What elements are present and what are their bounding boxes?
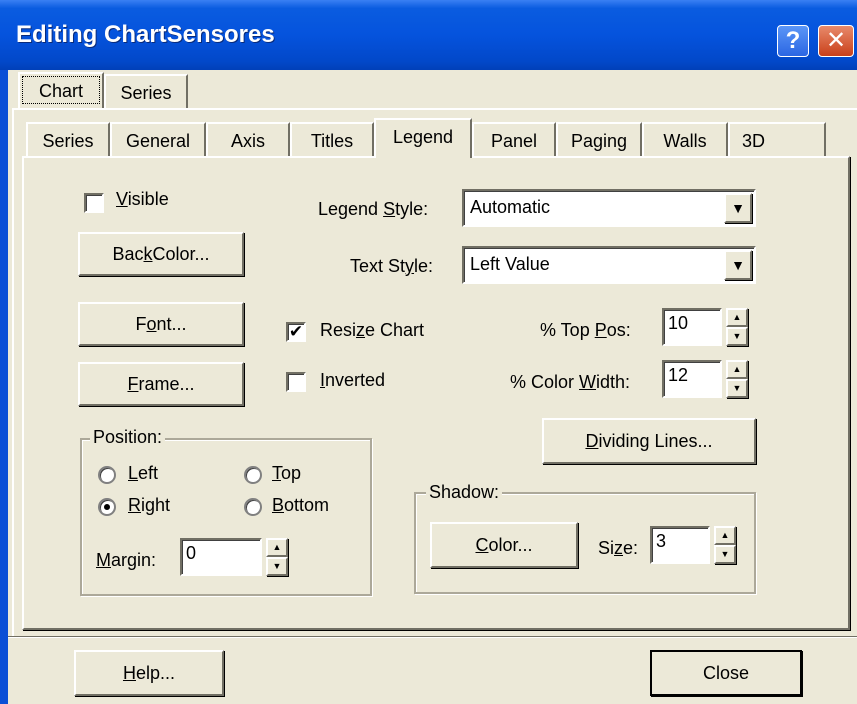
- tab-chart[interactable]: Chart: [18, 72, 104, 108]
- tab-chart-label: Chart: [38, 81, 83, 101]
- checkmark-icon: ✔: [288, 322, 304, 341]
- tab-titles-label: Titles: [310, 131, 354, 151]
- resize-chart-label[interactable]: Resize Chart: [320, 320, 424, 341]
- margin-spin-down[interactable]: ▼: [266, 557, 288, 576]
- text-style-value: Left Value: [470, 254, 550, 274]
- tab-general-label: General: [125, 131, 191, 151]
- tab-series-outer-label: Series: [120, 83, 172, 103]
- legend-style-label: Legend Style:: [318, 199, 429, 219]
- spin-down-icon: ▼: [732, 383, 742, 393]
- tab-general[interactable]: General: [110, 122, 206, 158]
- margin-label: Margin:: [96, 550, 157, 570]
- resize-chart-checkbox[interactable]: ✔: [286, 322, 306, 342]
- tab-titles[interactable]: Titles: [290, 122, 374, 158]
- color-width-input[interactable]: 12: [662, 360, 722, 398]
- help-button[interactable]: Help...: [74, 650, 224, 696]
- spin-down-icon: ▼: [272, 561, 282, 571]
- tab-paging[interactable]: Paging: [556, 122, 642, 158]
- tab-3d-label: 3D: [742, 131, 766, 151]
- window-frame: [0, 70, 8, 704]
- window-title: Editing ChartSensores: [16, 21, 275, 48]
- tab-walls[interactable]: Walls: [642, 122, 728, 158]
- chevron-down-icon[interactable]: ▼: [724, 193, 752, 223]
- close-icon: ✕: [825, 27, 847, 54]
- legend-style-value: Automatic: [470, 197, 551, 217]
- shadow-size-input[interactable]: 3: [650, 526, 710, 564]
- tab-series-label: Series: [42, 131, 94, 151]
- tab-paging-label: Paging: [570, 131, 628, 151]
- frame-button[interactable]: Frame...: [78, 362, 244, 406]
- tab-series-outer[interactable]: Series: [104, 74, 188, 108]
- question-icon: ?: [785, 27, 801, 54]
- title-bar[interactable]: Editing ChartSensores ? ✕: [0, 0, 857, 70]
- tab-3d[interactable]: 3D: [728, 122, 826, 158]
- tab-axis-label: Axis: [230, 131, 265, 151]
- chevron-down-icon[interactable]: ▼: [724, 250, 752, 280]
- spin-up-icon: ▲: [272, 542, 282, 552]
- inverted-checkbox[interactable]: [286, 372, 306, 392]
- position-left-radio[interactable]: [98, 466, 116, 484]
- font-button[interactable]: Fo nt...: [78, 302, 244, 346]
- outer-tab-strip: Chart Series: [8, 70, 857, 110]
- color-width-spin-up[interactable]: ▲: [726, 360, 748, 379]
- dividing-lines-button[interactable]: Dividing Lines...: [542, 418, 756, 464]
- margin-input[interactable]: 0: [180, 538, 262, 576]
- margin-spin-up[interactable]: ▲: [266, 538, 288, 557]
- top-pos-spin-down[interactable]: ▼: [726, 327, 748, 346]
- shadow-size-label: Size:: [598, 538, 639, 558]
- spin-up-icon: ▲: [732, 312, 742, 322]
- inner-tab-strip: Series General Axis Titles Legend Panel …: [20, 118, 850, 158]
- title-help-button[interactable]: ?: [777, 25, 809, 57]
- spin-down-icon: ▼: [720, 549, 730, 559]
- visible-checkbox[interactable]: [84, 193, 104, 213]
- shadow-color-button[interactable]: Color...: [430, 522, 578, 568]
- position-right-label[interactable]: Right: [128, 495, 170, 516]
- position-group-title: Position:: [90, 427, 166, 448]
- tab-legend-label: Legend: [392, 127, 454, 147]
- tab-series[interactable]: Series: [26, 122, 110, 158]
- position-top-label[interactable]: Top: [272, 463, 301, 484]
- text-style-select[interactable]: Left Value ▼: [462, 246, 756, 284]
- position-right-radio[interactable]: [98, 498, 116, 516]
- top-pos-spin-up[interactable]: ▲: [726, 308, 748, 327]
- tab-legend[interactable]: Legend: [374, 118, 472, 158]
- shadow-group-title: Shadow:: [426, 482, 503, 503]
- spin-up-icon: ▲: [732, 364, 742, 374]
- color-width-spin-down[interactable]: ▼: [726, 379, 748, 398]
- back-color-button[interactable]: Bac k Color...: [78, 232, 244, 276]
- color-width-label: % Color Width:: [510, 372, 631, 392]
- tab-axis[interactable]: Axis: [206, 122, 290, 158]
- position-left-label[interactable]: Left: [128, 463, 158, 484]
- position-bottom-radio[interactable]: [244, 498, 262, 516]
- spin-up-icon: ▲: [720, 530, 730, 540]
- shadow-size-spin-up[interactable]: ▲: [714, 526, 736, 545]
- top-pos-input[interactable]: 10: [662, 308, 722, 346]
- footer-separator: [8, 636, 857, 638]
- tab-walls-label: Walls: [663, 131, 707, 151]
- spin-down-icon: ▼: [732, 331, 742, 341]
- close-button[interactable]: Close: [650, 650, 802, 696]
- top-pos-label: % Top Pos:: [540, 320, 631, 340]
- tab-panel-label: Panel: [490, 131, 538, 151]
- visible-label[interactable]: Visible: [116, 189, 169, 210]
- inverted-label[interactable]: Inverted: [320, 370, 385, 391]
- position-top-radio[interactable]: [244, 466, 262, 484]
- text-style-label: Text Style:: [350, 256, 434, 276]
- position-bottom-label[interactable]: Bottom: [272, 495, 329, 516]
- tab-panel[interactable]: Panel: [472, 122, 556, 158]
- legend-style-select[interactable]: Automatic ▼: [462, 189, 756, 227]
- title-close-button[interactable]: ✕: [818, 25, 854, 57]
- shadow-size-spin-down[interactable]: ▼: [714, 545, 736, 564]
